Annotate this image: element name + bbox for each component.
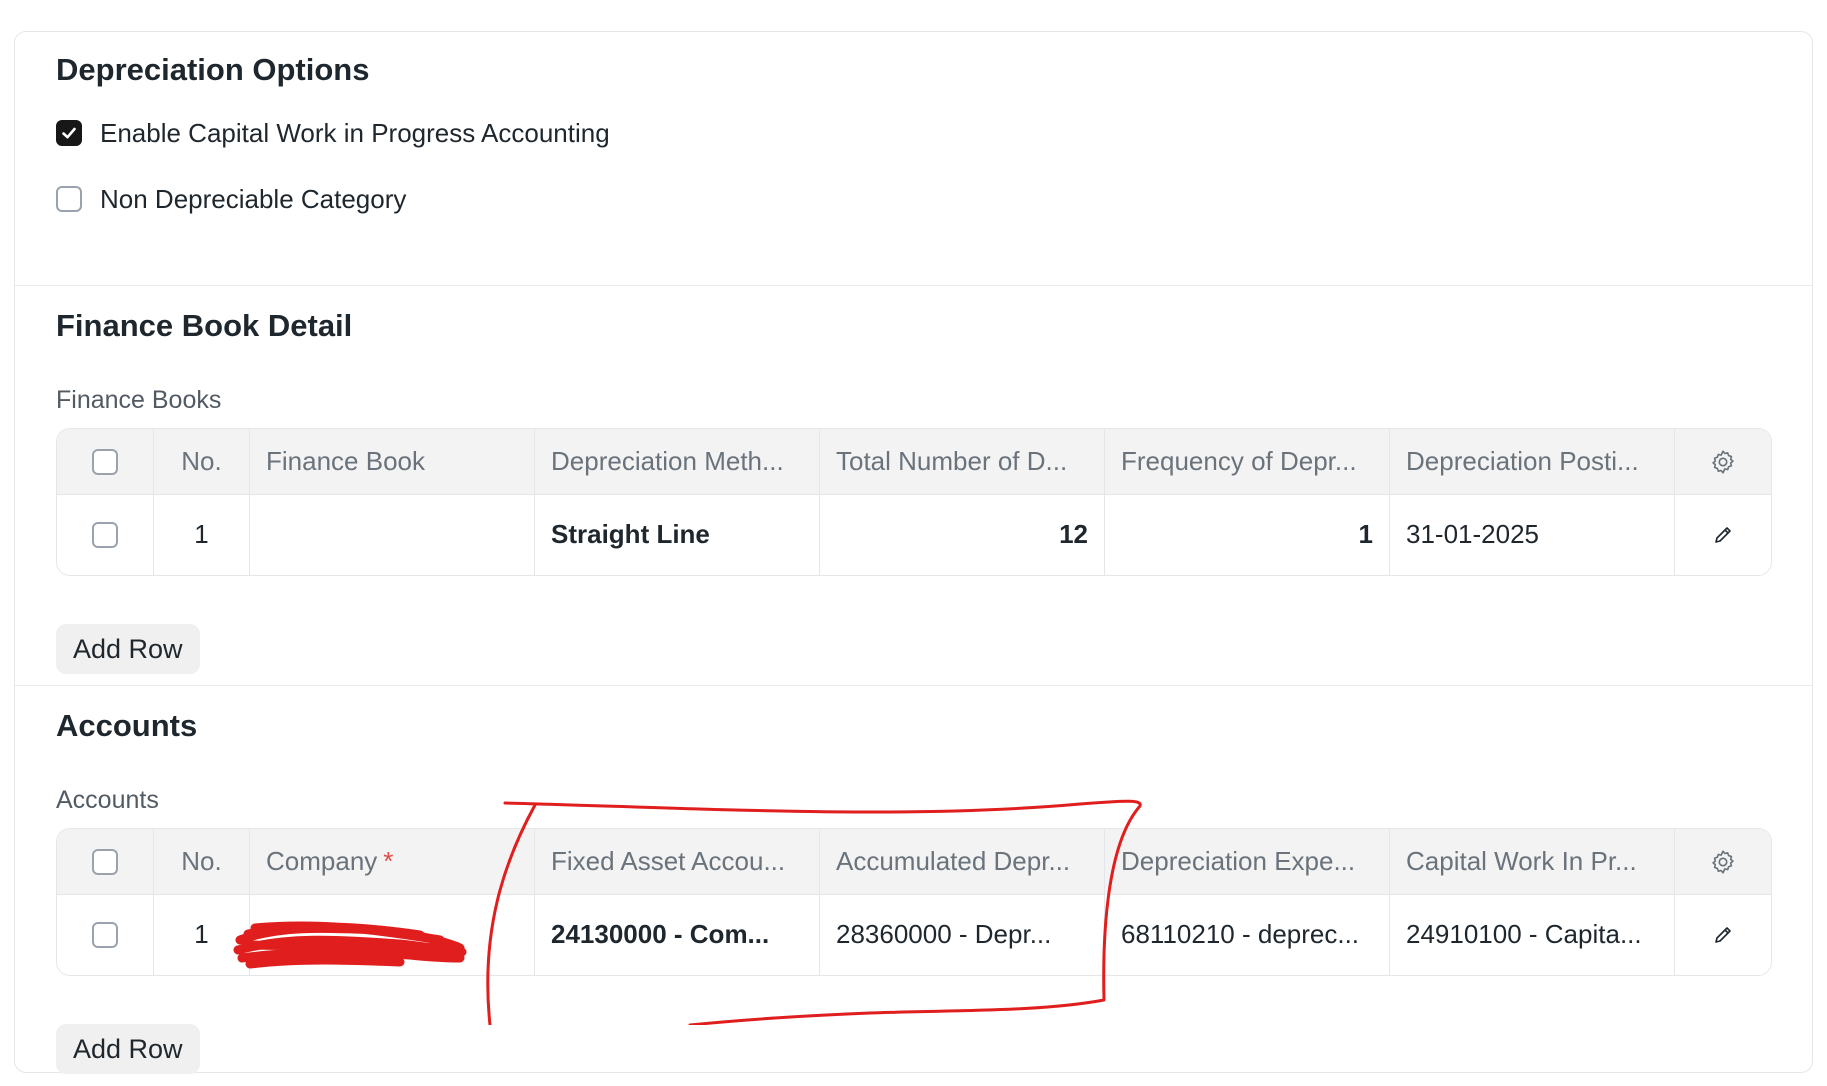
finance-book-cell[interactable] xyxy=(249,494,534,575)
asset-category-form-card: Depreciation Options Enable Capital Work… xyxy=(14,31,1813,1074)
column-settings-button[interactable] xyxy=(1674,429,1771,494)
required-indicator: * xyxy=(383,846,394,876)
accounts-section: Accounts Accounts No. Company * Fixed As… xyxy=(15,685,1812,1086)
pencil-icon xyxy=(1715,526,1731,543)
row-checkbox[interactable] xyxy=(92,921,118,948)
col-header-company-label: Company xyxy=(266,846,378,876)
depreciation-options-title: Depreciation Options xyxy=(56,52,370,87)
col-header-cwip[interactable]: Capital Work In Pr... xyxy=(1389,829,1674,894)
col-header-no: No. xyxy=(153,429,249,494)
accounts-title: Accounts xyxy=(56,708,198,743)
select-all-cell xyxy=(57,829,153,894)
col-header-depreciation-expense[interactable]: Depreciation Expe... xyxy=(1104,829,1389,894)
table-row[interactable]: 1 Straight Line 12 1 31-01-2025 xyxy=(57,494,1771,575)
depreciation-method-cell[interactable]: Straight Line xyxy=(534,494,819,575)
col-header-posting-date[interactable]: Depreciation Posti... xyxy=(1389,429,1674,494)
select-all-checkbox[interactable] xyxy=(92,848,118,875)
column-settings-button[interactable] xyxy=(1674,829,1771,894)
gear-icon xyxy=(1712,449,1734,474)
edit-row-button[interactable] xyxy=(1674,494,1771,575)
col-header-accumulated-depreciation[interactable]: Accumulated Depr... xyxy=(819,829,1104,894)
checkmark-icon xyxy=(62,127,76,139)
add-finance-book-row-button[interactable]: Add Row xyxy=(56,624,200,674)
pencil-icon xyxy=(1715,926,1731,943)
cwip-cell[interactable]: 24910100 - Capita... xyxy=(1389,894,1674,975)
row-select-cell xyxy=(57,894,153,975)
col-header-total-number[interactable]: Total Number of D... xyxy=(819,429,1104,494)
enable-cwip-checkbox[interactable] xyxy=(56,120,82,146)
posting-date-cell[interactable]: 31-01-2025 xyxy=(1389,494,1674,575)
depreciation-expense-cell[interactable]: 68110210 - deprec... xyxy=(1104,894,1389,975)
accumulated-depreciation-cell[interactable]: 28360000 - Depr... xyxy=(819,894,1104,975)
row-select-cell xyxy=(57,494,153,575)
select-all-checkbox[interactable] xyxy=(92,448,118,475)
fixed-asset-account-cell[interactable]: 24130000 - Com... xyxy=(534,894,819,975)
accounts-table-header: No. Company * Fixed Asset Accou... Accum… xyxy=(57,829,1771,895)
non-depreciable-label: Non Depreciable Category xyxy=(100,183,407,214)
enable-cwip-checkbox-row[interactable]: Enable Capital Work in Progress Accounti… xyxy=(56,118,610,148)
finance-books-table: No. Finance Book Depreciation Meth... To… xyxy=(56,428,1772,576)
non-depreciable-checkbox[interactable] xyxy=(56,186,82,212)
col-header-depreciation-method[interactable]: Depreciation Meth... xyxy=(534,429,819,494)
row-checkbox[interactable] xyxy=(92,521,118,548)
add-account-row-button[interactable]: Add Row xyxy=(56,1024,200,1074)
gear-icon xyxy=(1712,849,1734,874)
finance-book-detail-title: Finance Book Detail xyxy=(56,308,353,343)
row-no: 1 xyxy=(153,894,249,975)
accounts-table-label: Accounts xyxy=(56,786,159,814)
col-header-fixed-asset-account[interactable]: Fixed Asset Accou... xyxy=(534,829,819,894)
col-header-finance-book[interactable]: Finance Book xyxy=(249,429,534,494)
col-header-no: No. xyxy=(153,829,249,894)
col-header-frequency[interactable]: Frequency of Depr... xyxy=(1104,429,1389,494)
frequency-cell[interactable]: 1 xyxy=(1104,494,1389,575)
table-row[interactable]: 1 24130000 - Com... 28360000 - Depr... 6… xyxy=(57,894,1771,975)
select-all-cell xyxy=(57,429,153,494)
non-depreciable-checkbox-row[interactable]: Non Depreciable Category xyxy=(56,184,406,214)
row-no: 1 xyxy=(153,494,249,575)
edit-row-button[interactable] xyxy=(1674,894,1771,975)
finance-book-detail-section: Finance Book Detail Finance Books No. Fi… xyxy=(15,285,1812,686)
finance-books-label: Finance Books xyxy=(56,386,222,414)
depreciation-options-section: Depreciation Options Enable Capital Work… xyxy=(15,32,1812,285)
total-number-cell[interactable]: 12 xyxy=(819,494,1104,575)
company-cell[interactable] xyxy=(249,894,534,975)
col-header-company[interactable]: Company * xyxy=(249,829,534,894)
finance-books-table-header: No. Finance Book Depreciation Meth... To… xyxy=(57,429,1771,495)
enable-cwip-label: Enable Capital Work in Progress Accounti… xyxy=(100,117,610,148)
accounts-table: No. Company * Fixed Asset Accou... Accum… xyxy=(56,828,1772,976)
